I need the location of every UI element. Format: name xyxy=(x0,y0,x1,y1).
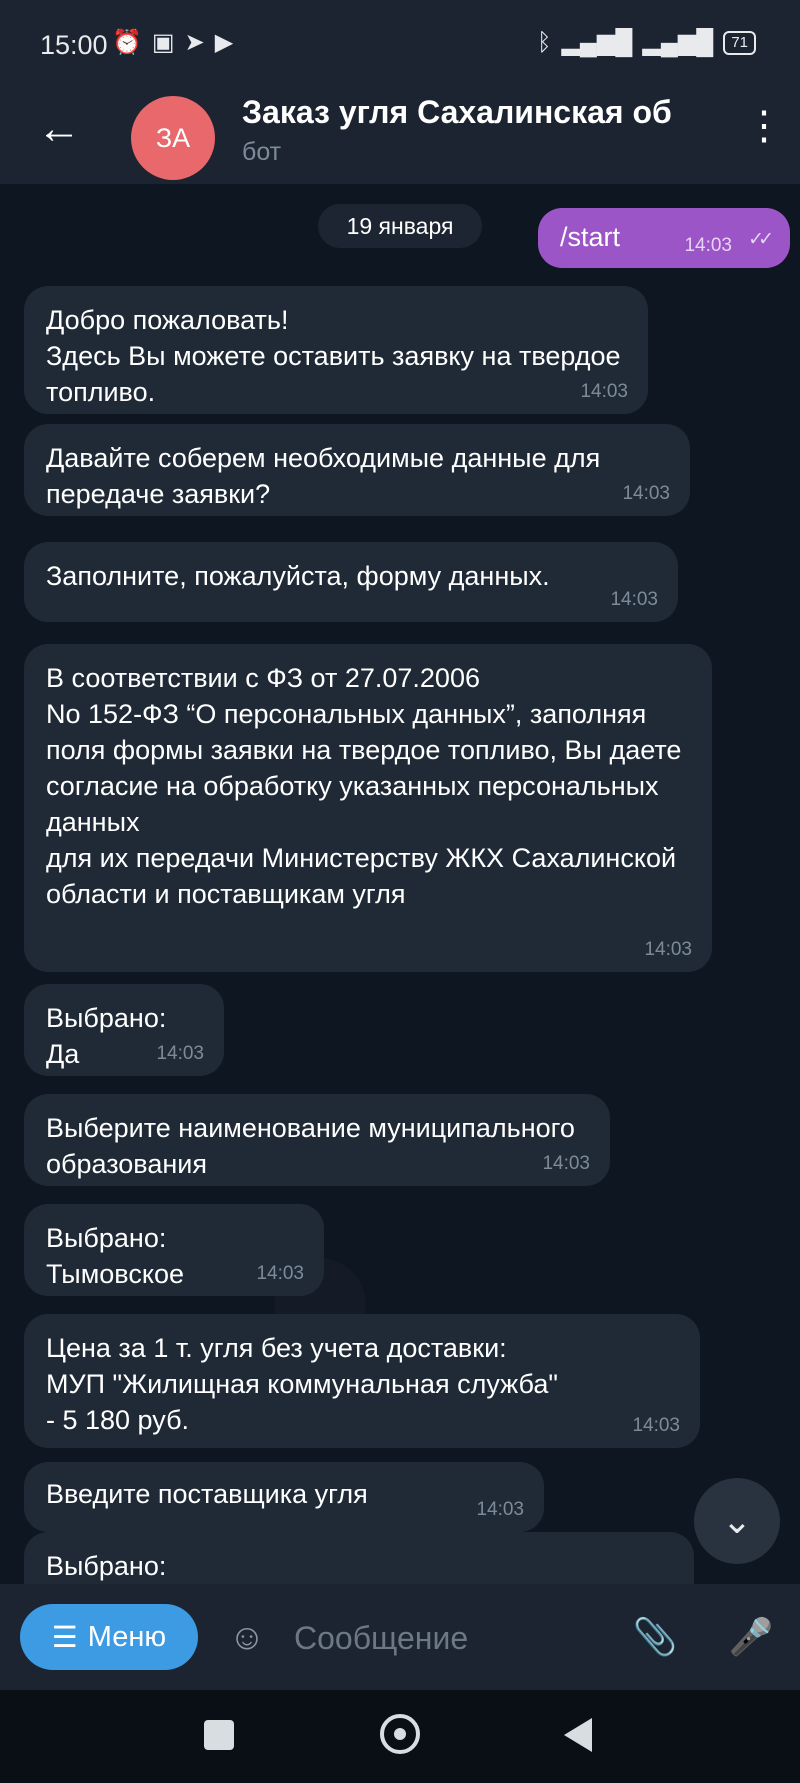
incoming-message[interactable]: В соответствии с ФЗ от 27.07.2006 No 152… xyxy=(24,644,712,972)
message-text: Введите поставщика угля xyxy=(46,1479,368,1509)
message-time: 14:03 xyxy=(256,1263,304,1284)
message-time: 14:03 xyxy=(542,1153,590,1174)
message-text: Цена за 1 т. угля без учета доставки: МУ… xyxy=(46,1333,558,1435)
status-left-icons: ⏰ ▣ ➤ ▶ xyxy=(112,28,233,58)
message-input[interactable] xyxy=(292,1614,596,1662)
signal-icon: ▂▄▆█ xyxy=(642,29,714,56)
nav-back-icon[interactable] xyxy=(564,1718,592,1752)
message-time: 14:03 xyxy=(580,381,628,402)
alarm-icon: ⏰ xyxy=(112,29,142,56)
menu-button[interactable]: ☰ Меню xyxy=(20,1604,198,1670)
avatar[interactable]: ЗА xyxy=(131,96,215,180)
incoming-message[interactable]: Выбрано: Тымовское 14:03 xyxy=(24,1204,324,1296)
telegram-icon: ➤ xyxy=(184,29,205,56)
microphone-icon[interactable]: 🎤 xyxy=(726,1612,776,1662)
message-text: /start xyxy=(560,222,621,252)
message-text: Заполните, пожалуйста, форму данных. xyxy=(46,561,550,591)
message-time: 14:03 xyxy=(622,483,670,504)
home-icon[interactable] xyxy=(380,1714,420,1754)
incoming-message[interactable]: Выбрано: Да 14:03 xyxy=(24,984,224,1076)
hamburger-icon: ☰ xyxy=(51,1621,78,1654)
message-text: Выбрано: xyxy=(46,1551,167,1581)
status-bar: 15:00 ⏰ ▣ ➤ ▶ ᛒ ▂▄▆█ ▂▄▆█ 71 xyxy=(0,0,800,88)
incoming-message[interactable]: Цена за 1 т. угля без учета доставки: МУ… xyxy=(24,1314,700,1448)
incoming-message[interactable]: Давайте соберем необходимые данные для п… xyxy=(24,424,690,516)
message-text: Добро пожаловать! Здесь Вы можете остави… xyxy=(46,305,621,407)
recent-apps-icon[interactable] xyxy=(204,1720,234,1750)
nfc-icon: ▣ xyxy=(151,29,175,56)
youtube-icon: ▶ xyxy=(214,29,234,56)
signal-4g-icon: ▂▄▆█ xyxy=(561,29,633,56)
battery-icon: 71 xyxy=(723,31,756,55)
emoji-sticker-icon[interactable]: ☺ xyxy=(222,1612,272,1662)
chat-subtitle: бот xyxy=(242,138,282,166)
message-time: 14:03 xyxy=(156,1043,204,1064)
incoming-message[interactable]: Выбрано: xyxy=(24,1532,694,1584)
incoming-message[interactable]: Выберите наименование муниципального обр… xyxy=(24,1094,610,1186)
message-text: Выберите наименование муниципального обр… xyxy=(46,1113,575,1179)
system-nav-bar xyxy=(0,1690,800,1783)
status-right-icons: ᛒ ▂▄▆█ ▂▄▆█ 71 xyxy=(537,28,756,58)
incoming-message[interactable]: Добро пожаловать! Здесь Вы можете остави… xyxy=(24,286,648,414)
message-time: 14:03 xyxy=(684,235,732,256)
chat-title[interactable]: Заказ угля Сахалинская об xyxy=(242,94,704,131)
menu-label: Меню xyxy=(87,1620,167,1653)
bluetooth-icon: ᛒ xyxy=(537,29,552,56)
double-check-icon: ✓✓ xyxy=(748,229,774,250)
input-bar: ☰ Меню ☺ 📎 🎤 xyxy=(0,1584,800,1690)
message-time: 14:03 xyxy=(632,1415,680,1436)
more-vertical-icon[interactable]: ⋮ xyxy=(744,106,784,146)
chat-area[interactable]: 19 января /start 14:03 ✓✓ Добро пожалова… xyxy=(0,184,800,1584)
message-time: 14:03 xyxy=(476,1499,524,1520)
status-time: 15:00 xyxy=(40,30,108,60)
outgoing-message[interactable]: /start 14:03 ✓✓ xyxy=(538,208,790,268)
paperclip-icon[interactable]: 📎 xyxy=(630,1612,680,1662)
incoming-message[interactable]: Заполните, пожалуйста, форму данных. 14:… xyxy=(24,542,678,622)
date-separator: 19 января xyxy=(318,204,482,248)
message-time: 14:03 xyxy=(644,939,692,960)
back-arrow-icon[interactable]: ← xyxy=(32,104,86,158)
chat-header: ← ЗА Заказ угля Сахалинская об бот ⋮ xyxy=(0,88,800,184)
message-text: Давайте соберем необходимые данные для п… xyxy=(46,443,601,509)
message-time: 14:03 xyxy=(610,589,658,610)
incoming-message[interactable]: Введите поставщика угля 14:03 xyxy=(24,1462,544,1532)
message-text: В соответствии с ФЗ от 27.07.2006 No 152… xyxy=(46,663,682,909)
chevron-down-icon[interactable]: ⌄ xyxy=(694,1478,780,1564)
